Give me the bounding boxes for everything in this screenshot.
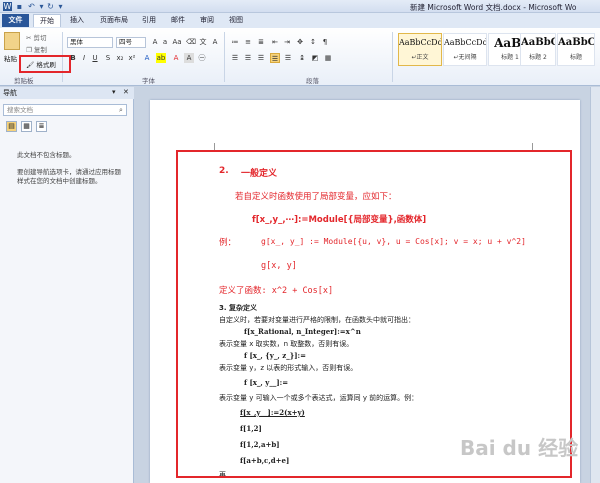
browse-pages-tab[interactable]: ▦ bbox=[21, 121, 32, 132]
superscript-icon[interactable]: x² bbox=[127, 53, 137, 63]
tab-mailings[interactable]: 邮件 bbox=[167, 14, 189, 27]
search-icon[interactable]: ⌕ bbox=[119, 106, 123, 115]
tab-view[interactable]: 视图 bbox=[225, 14, 247, 27]
pane-options-icon[interactable]: ▾ bbox=[112, 88, 116, 96]
window-title: 新建 Microsoft Word 文档.docx - Microsoft Wo bbox=[410, 3, 577, 12]
group-separator bbox=[392, 32, 393, 82]
bullets-icon[interactable]: ≔ bbox=[230, 37, 240, 47]
numbering-icon[interactable]: ≡ bbox=[243, 37, 253, 47]
redo-icon[interactable]: ↻ bbox=[46, 2, 55, 11]
align-center-icon[interactable]: ☰ bbox=[243, 53, 253, 63]
char-shading-icon[interactable]: A bbox=[184, 53, 194, 63]
phonetic-icon[interactable]: 文 bbox=[198, 37, 208, 47]
browse-headings-tab[interactable]: ▤ bbox=[6, 121, 17, 132]
scissors-icon: ✂ bbox=[26, 34, 32, 42]
paste-icon[interactable] bbox=[4, 32, 20, 50]
cut-button[interactable]: ✂ 剪切 bbox=[26, 32, 47, 42]
title-bar: W ▪ ↶ ▾ ↻ ▾ 新建 Microsoft Word 文档.docx - … bbox=[0, 0, 600, 13]
style-preview: AaBbC bbox=[521, 37, 555, 48]
borders-icon[interactable]: ▦ bbox=[323, 53, 333, 63]
style-preview: AaBbC bbox=[558, 37, 594, 48]
highlight-icon[interactable]: ab bbox=[156, 53, 166, 63]
tab-file[interactable]: 文件 bbox=[2, 14, 29, 27]
style-name: 标题 bbox=[569, 54, 582, 61]
shrink-font-icon[interactable]: a bbox=[160, 37, 170, 47]
save-icon[interactable]: ▪ bbox=[15, 2, 24, 11]
group-separator bbox=[224, 32, 225, 82]
style-name: ↵正文 bbox=[411, 54, 429, 61]
font-color-icon[interactable]: A bbox=[171, 53, 181, 63]
char-border-icon[interactable]: A bbox=[210, 37, 220, 47]
close-icon[interactable]: ✕ bbox=[123, 88, 129, 96]
italic-icon[interactable]: I bbox=[79, 53, 89, 63]
style-name: ↵无间隔 bbox=[453, 54, 477, 61]
enclose-char-icon[interactable]: ㊀ bbox=[197, 53, 207, 63]
align-left-icon[interactable]: ☰ bbox=[230, 53, 240, 63]
strikethrough-icon[interactable]: S bbox=[103, 53, 113, 63]
undo-dropdown-icon[interactable]: ▾ bbox=[37, 2, 46, 11]
navigation-pane: 导航 ▾ ✕ 搜索文档 ⌕ ▤ ▦ ≣ 此文档不包含标题。 要创建导航选项卡，请… bbox=[0, 87, 134, 483]
style-normal[interactable]: AaBbCcDd ↵正文 bbox=[398, 33, 442, 66]
tab-page-layout[interactable]: 页面布局 bbox=[96, 14, 132, 27]
tab-home[interactable]: 开始 bbox=[33, 14, 61, 27]
font-name-combo[interactable]: 黑体 bbox=[67, 37, 113, 48]
create-headings-hint: 要创建导航选项卡，请通过应用标题样式在您的文档中创建标题。 bbox=[17, 168, 121, 185]
browse-results-tab[interactable]: ≣ bbox=[36, 121, 47, 132]
baidu-watermark: Bai du 经验 bbox=[460, 436, 579, 460]
grow-font-icon[interactable]: A bbox=[150, 37, 160, 47]
cut-label: 剪切 bbox=[33, 34, 47, 42]
align-right-icon[interactable]: ☰ bbox=[256, 53, 266, 63]
clipboard-group-label: 剪贴板 bbox=[14, 77, 34, 85]
subscript-icon[interactable]: x₂ bbox=[115, 53, 125, 63]
content-highlight-box bbox=[176, 150, 572, 478]
font-group-label: 字体 bbox=[142, 77, 155, 85]
vertical-scrollbar[interactable] bbox=[590, 87, 600, 483]
no-headings-message: 此文档不包含标题。 bbox=[17, 151, 76, 159]
text-effect-icon[interactable]: A bbox=[142, 53, 152, 63]
copy-icon: ❐ bbox=[26, 46, 32, 54]
ribbon-tabs: 文件 开始 插入 页面布局 引用 邮件 审阅 视图 bbox=[0, 13, 600, 28]
sort-icon[interactable]: ↕ bbox=[308, 37, 318, 47]
style-title[interactable]: AaBbC 标题 bbox=[557, 33, 595, 66]
style-preview: AaBbCcDd bbox=[444, 38, 486, 47]
tab-references[interactable]: 引用 bbox=[138, 14, 160, 27]
tab-insert[interactable]: 插入 bbox=[65, 14, 89, 27]
copy-label: 复制 bbox=[33, 46, 47, 54]
style-no-spacing[interactable]: AaBbCcDd ↵无间隔 bbox=[443, 33, 487, 66]
show-marks-icon[interactable]: ¶ bbox=[320, 37, 330, 47]
clear-format-icon[interactable]: ⌫ bbox=[186, 37, 196, 47]
underline-icon[interactable]: U bbox=[90, 53, 100, 63]
justify-icon[interactable]: ☰ bbox=[270, 53, 280, 63]
line-spacing-icon[interactable]: ↨ bbox=[297, 53, 307, 63]
style-name: 标题 2 bbox=[529, 54, 547, 61]
font-size-combo[interactable]: 四号 bbox=[116, 37, 146, 48]
distributed-icon[interactable]: ☰ bbox=[283, 53, 293, 63]
style-preview: AaBbCcDd bbox=[399, 38, 441, 47]
search-document-input[interactable]: 搜索文档 bbox=[3, 104, 127, 116]
undo-icon[interactable]: ↶ bbox=[27, 2, 36, 11]
shading-icon[interactable]: ◩ bbox=[310, 53, 320, 63]
paragraph-group-label: 段落 bbox=[306, 77, 319, 85]
word-logo-icon: W bbox=[3, 2, 12, 11]
tab-review[interactable]: 审阅 bbox=[196, 14, 218, 27]
paste-button[interactable]: 粘贴 bbox=[4, 53, 17, 63]
style-heading-2[interactable]: AaBbC 标题 2 bbox=[520, 33, 556, 66]
format-painter-highlight-box bbox=[19, 55, 71, 73]
multilevel-list-icon[interactable]: ≣ bbox=[256, 37, 266, 47]
decrease-indent-icon[interactable]: ⇤ bbox=[270, 37, 280, 47]
customize-quick-access-icon[interactable]: ▾ bbox=[56, 2, 65, 11]
increase-indent-icon[interactable]: ⇥ bbox=[282, 37, 292, 47]
change-case-icon[interactable]: Aa bbox=[172, 37, 182, 47]
copy-button[interactable]: ❐ 复制 bbox=[26, 44, 47, 54]
chinese-layout-icon[interactable]: ✥ bbox=[295, 37, 305, 47]
